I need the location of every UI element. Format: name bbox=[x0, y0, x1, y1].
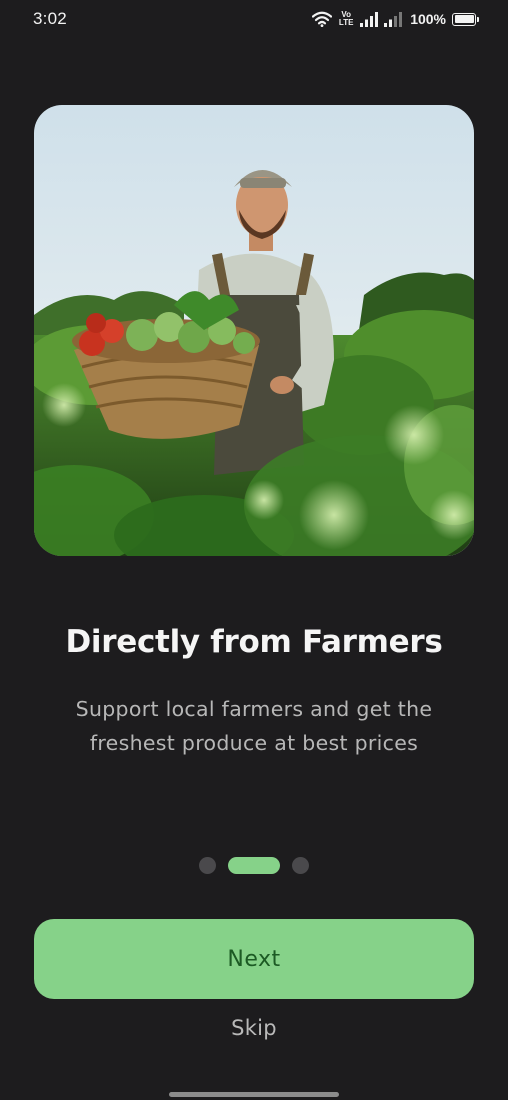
page-dot-1[interactable] bbox=[199, 857, 216, 874]
page-dot-2-active[interactable] bbox=[228, 857, 280, 874]
signal-icon-sim1 bbox=[360, 11, 379, 27]
onboarding-subtitle: Support local farmers and get the freshe… bbox=[75, 697, 433, 755]
home-indicator-bar[interactable] bbox=[169, 1092, 339, 1097]
status-time: 3:02 bbox=[33, 9, 67, 28]
status-bar: 3:02 Vo LTE 100% bbox=[0, 0, 508, 40]
skip-button[interactable]: Skip bbox=[0, 1016, 508, 1040]
volte-icon: Vo LTE bbox=[338, 11, 354, 27]
battery-cap bbox=[477, 16, 479, 22]
next-button[interactable]: Next bbox=[34, 919, 474, 999]
farmer-with-vegetable-basket-photo bbox=[34, 105, 474, 556]
onboarding-screen: 3:02 Vo LTE 100% Directly from Farmers S… bbox=[0, 0, 508, 1100]
battery-fill bbox=[454, 15, 474, 23]
onboarding-title: Directly from Farmers bbox=[65, 624, 443, 660]
onboarding-image bbox=[34, 105, 474, 556]
battery-icon bbox=[452, 12, 479, 26]
battery-percent: 100% bbox=[410, 11, 446, 27]
volte-line2: LTE bbox=[338, 18, 354, 27]
page-dot-3[interactable] bbox=[292, 857, 309, 874]
signal-icon-sim2 bbox=[384, 11, 403, 27]
wifi-icon bbox=[312, 11, 333, 27]
status-icons: Vo LTE 100% bbox=[312, 10, 479, 28]
page-indicator bbox=[0, 857, 508, 874]
